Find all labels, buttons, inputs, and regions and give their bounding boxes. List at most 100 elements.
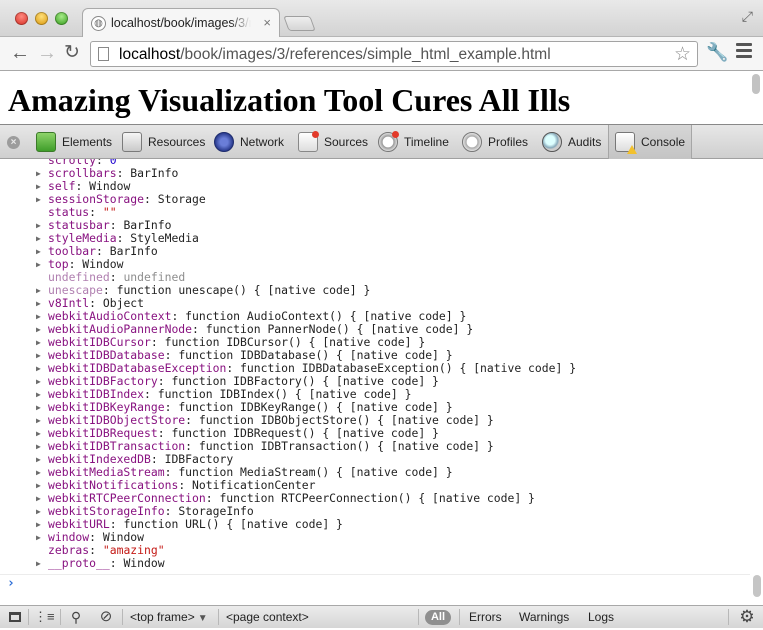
expand-triangle-icon[interactable]: ▶: [36, 193, 41, 206]
expand-triangle-icon[interactable]: ▶: [36, 297, 41, 310]
expand-triangle-icon[interactable]: ▶: [36, 492, 41, 505]
clear-console-icon[interactable]: ⊘: [96, 606, 116, 628]
window-zoom-button[interactable]: [55, 12, 68, 25]
property-value: function IDBKeyRange() { [native code] }: [178, 400, 453, 414]
console-scrollbar-thumb[interactable]: [753, 575, 761, 597]
tab-resources-label: Resources: [148, 135, 206, 149]
console-property-row[interactable]: ▶ __proto__: Window: [0, 557, 750, 570]
expand-triangle-icon[interactable]: ▶: [36, 557, 41, 570]
property-key: webkitIDBTransaction: [48, 439, 186, 453]
filter-all[interactable]: All: [425, 610, 451, 625]
property-value: undefined: [123, 270, 186, 284]
console-prompt[interactable]: ›: [0, 574, 750, 592]
tab-network[interactable]: Network: [208, 125, 290, 159]
globe-icon: ◍: [91, 16, 106, 31]
bookmark-star-icon[interactable]: ☆: [674, 43, 691, 66]
expand-triangle-icon[interactable]: ▶: [36, 245, 41, 258]
expand-triangle-icon[interactable]: ▶: [36, 414, 41, 427]
expand-triangle-icon[interactable]: ▶: [36, 466, 41, 479]
url-text[interactable]: localhost/book/images/3/references/simpl…: [119, 46, 551, 64]
devtools-tabbar: × Elements Resources Network Sources Tim…: [0, 124, 763, 159]
frame-select[interactable]: <top frame> ▼: [130, 606, 208, 628]
expand-triangle-icon[interactable]: ▶: [36, 375, 41, 388]
wrench-icon[interactable]: 🔧: [706, 42, 728, 63]
property-value: function IDBDatabaseException() { [nativ…: [240, 361, 577, 375]
tab-network-label: Network: [240, 135, 285, 149]
expand-triangle-icon[interactable]: ▶: [36, 440, 41, 453]
tab-close-icon[interactable]: ×: [263, 15, 271, 30]
property-key: webkitIDBDatabase: [48, 348, 165, 362]
expand-triangle-icon[interactable]: ▶: [36, 284, 41, 297]
expand-triangle-icon[interactable]: ▶: [36, 258, 41, 271]
back-icon[interactable]: ←: [10, 42, 30, 64]
search-icon[interactable]: ⚲: [66, 606, 86, 628]
expand-triangle-icon[interactable]: ▶: [36, 349, 41, 362]
tab-audits[interactable]: Audits: [536, 125, 607, 159]
property-key: webkitURL: [48, 517, 110, 531]
tab-sources[interactable]: Sources: [292, 125, 374, 159]
expand-triangle-icon[interactable]: ▶: [36, 401, 41, 414]
console-output: scrolly: 0 ▶ scrollbars: BarInfo ▶ self: Win…: [0, 159, 750, 570]
expand-triangle-icon[interactable]: ▶: [36, 518, 41, 531]
context-select[interactable]: <page context>▼: [226, 606, 437, 628]
expand-triangle-icon[interactable]: ▶: [36, 362, 41, 375]
property-value: StorageInfo: [178, 504, 254, 518]
url-path: /book/images/3/references/simple_html_ex…: [180, 46, 551, 63]
property-separator: :: [89, 530, 103, 544]
filter-errors[interactable]: Errors: [469, 606, 502, 628]
expand-triangle-icon[interactable]: ▶: [36, 180, 41, 193]
property-value: "amazing": [102, 543, 165, 557]
property-key: webkitNotifications: [48, 478, 179, 492]
property-separator: :: [89, 296, 103, 310]
property-separator: :: [164, 504, 179, 518]
dock-icon[interactable]: [6, 606, 24, 628]
tab-profiles[interactable]: Profiles: [456, 125, 534, 159]
property-value: function IDBTransaction() { [native code…: [198, 439, 494, 453]
tab-resources[interactable]: Resources: [116, 125, 211, 159]
drawer-icon[interactable]: ⋮≡: [34, 606, 55, 628]
property-value: function IDBIndex() { [native code] }: [157, 387, 412, 401]
devtools-close-icon[interactable]: ×: [7, 136, 20, 149]
filter-logs[interactable]: Logs: [588, 606, 614, 628]
tab-console[interactable]: Console: [608, 125, 693, 159]
gear-icon[interactable]: ⚙: [737, 606, 757, 628]
divider: [60, 609, 61, 625]
filter-warnings[interactable]: Warnings: [519, 606, 569, 628]
expand-triangle-icon[interactable]: ▶: [36, 336, 41, 349]
property-separator: :: [150, 335, 165, 349]
page-scrollbar[interactable]: [752, 74, 760, 94]
tab-elements[interactable]: Elements: [30, 125, 118, 159]
expand-triangle-icon[interactable]: ▶: [36, 531, 41, 544]
property-key: webkitIDBObjectStore: [48, 413, 186, 427]
menu-icon[interactable]: [736, 43, 752, 61]
expand-triangle-icon[interactable]: ▶: [36, 505, 41, 518]
url-host: localhost: [119, 46, 181, 63]
expand-triangle-icon[interactable]: ▶: [36, 453, 41, 466]
expand-triangle-icon[interactable]: ▶: [36, 310, 41, 323]
console-scrollbar[interactable]: [753, 161, 761, 601]
property-key: webkitIDBKeyRange: [48, 400, 165, 414]
browser-tab[interactable]: ◍ localhost/book/images/3/re ×: [82, 8, 280, 38]
window-close-button[interactable]: [15, 12, 28, 25]
property-key: webkitAudioPannerNode: [48, 322, 193, 336]
property-value: "": [102, 205, 117, 219]
tab-elements-label: Elements: [62, 135, 113, 149]
expand-triangle-icon[interactable]: ▶: [36, 167, 41, 180]
new-tab-button[interactable]: [283, 16, 316, 31]
expand-triangle-icon[interactable]: ▶: [36, 232, 41, 245]
property-value: StyleMedia: [130, 231, 199, 245]
address-bar[interactable]: localhost/book/images/3/references/simpl…: [90, 41, 698, 67]
tab-timeline[interactable]: Timeline: [372, 125, 455, 159]
expand-triangle-icon[interactable]: ▶: [36, 323, 41, 336]
expand-triangle-icon[interactable]: ▶: [36, 479, 41, 492]
reload-icon[interactable]: ↻: [64, 42, 80, 64]
divider: [218, 609, 219, 625]
window-minimize-button[interactable]: [35, 12, 48, 25]
expand-triangle-icon[interactable]: ▶: [36, 388, 41, 401]
console-panel[interactable]: scrolly: 0 ▶ scrollbars: BarInfo ▶ self: Win…: [0, 159, 763, 605]
expand-triangle-icon[interactable]: ▶: [36, 219, 41, 232]
property-value: function PannerNode() { [native code] }: [205, 322, 474, 336]
expand-triangle-icon[interactable]: ▶: [36, 427, 41, 440]
fullscreen-icon[interactable]: ⤢: [742, 8, 753, 25]
forward-icon[interactable]: →: [37, 42, 57, 64]
